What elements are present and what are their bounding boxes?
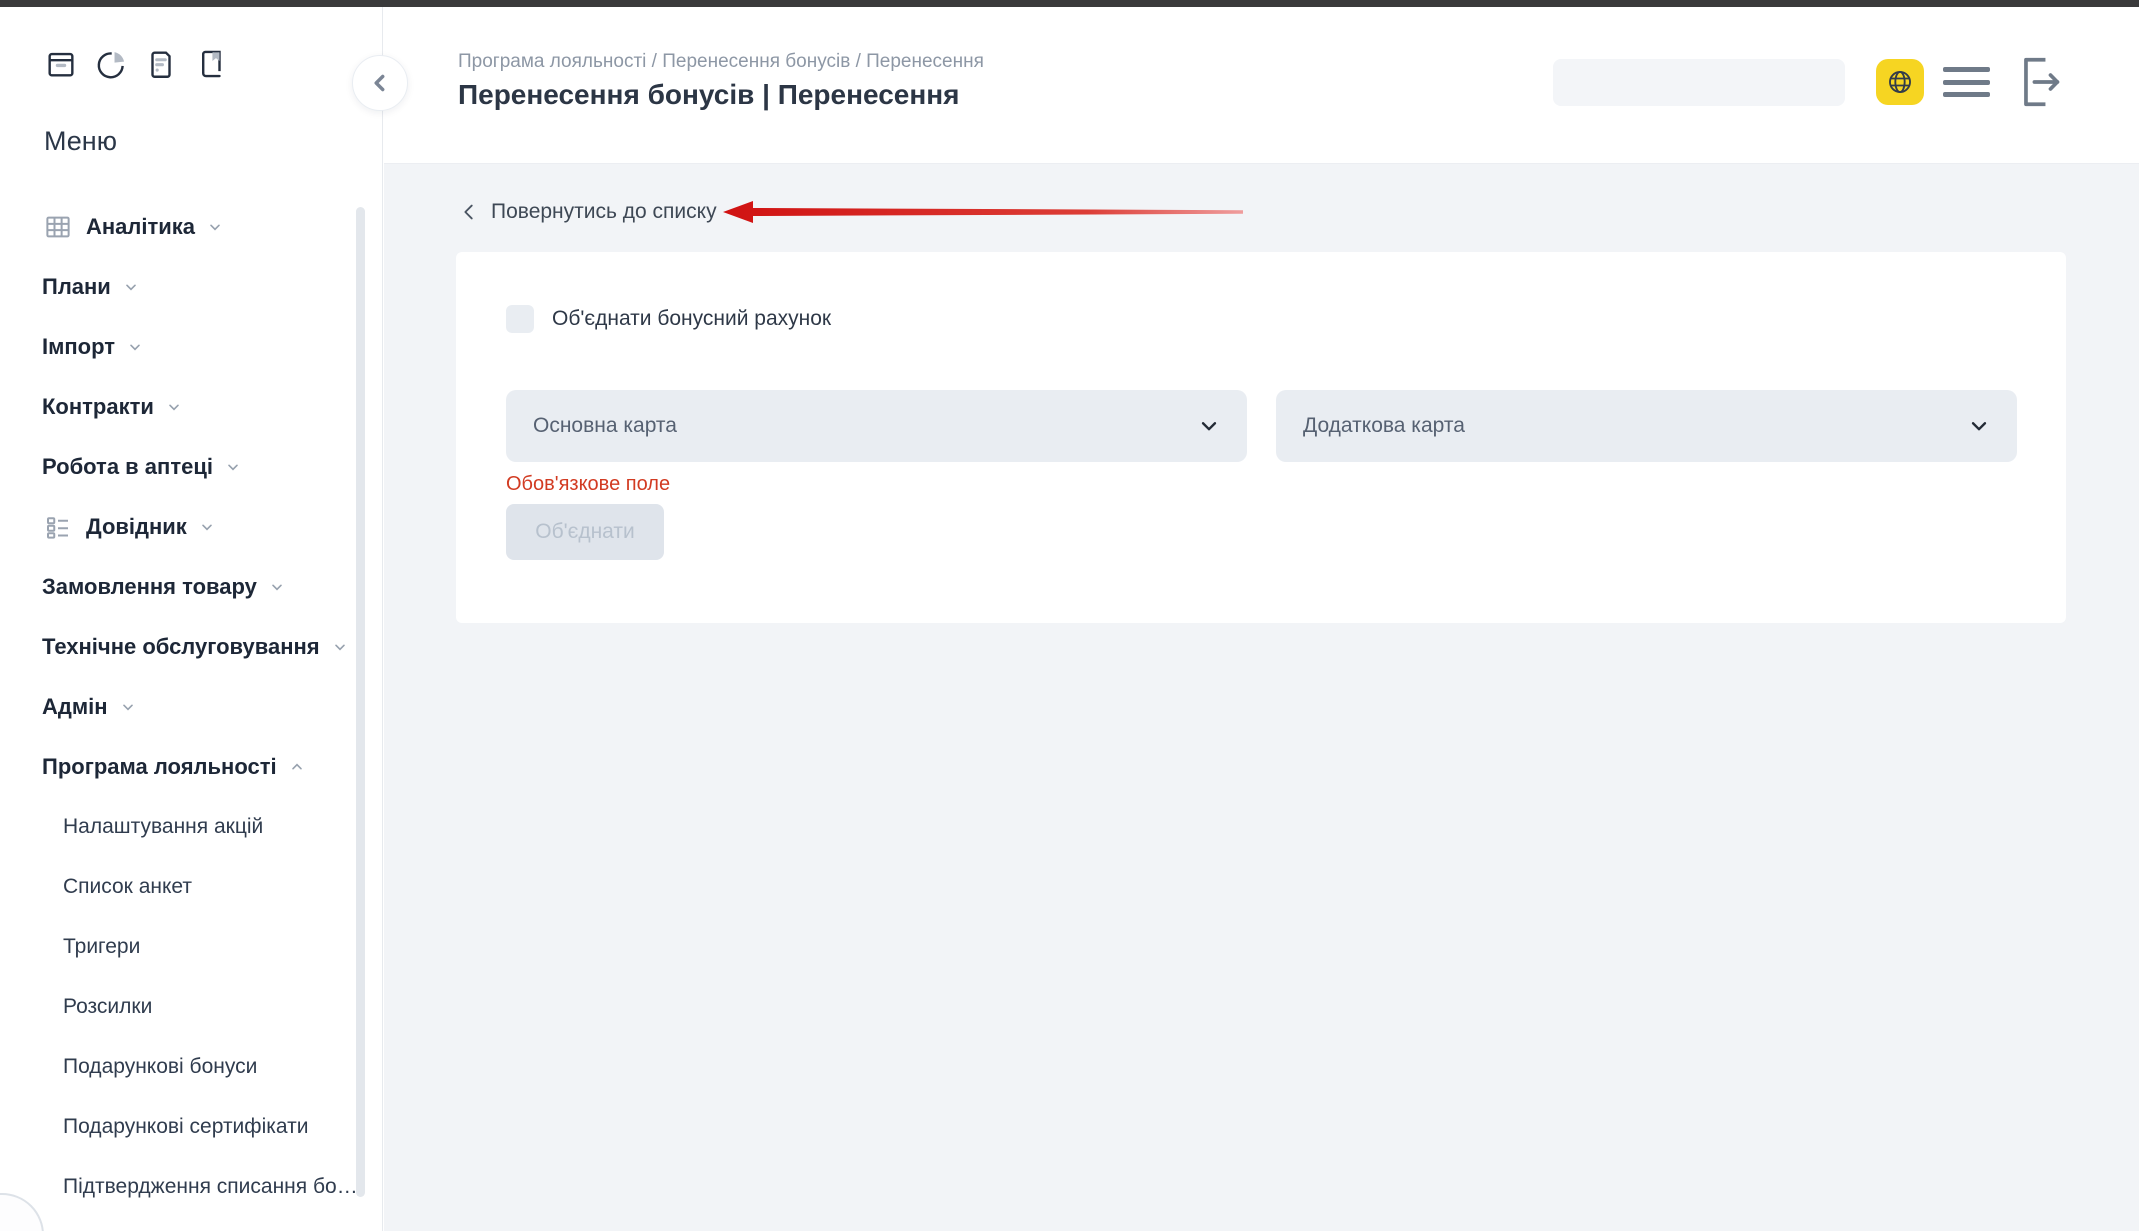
- merge-account-checkbox-label: Об'єднати бонусний рахунок: [552, 307, 831, 331]
- chevron-down-icon: [225, 459, 241, 475]
- sidebar-item-label: Плани: [42, 274, 111, 300]
- sidebar-subitem-label: Налаштування акцій: [63, 815, 263, 839]
- annotation-arrow: [723, 199, 1243, 225]
- sidebar-item-label: Програма лояльності: [42, 754, 277, 780]
- sidebar-subitem-label: Список анкет: [63, 875, 192, 899]
- burger-line: [1943, 92, 1990, 97]
- page-header: Програма лояльності / Перенесення бонусі…: [384, 7, 2139, 164]
- sidebar-item-import[interactable]: Імпорт: [0, 317, 382, 377]
- sidebar-item-label: Робота в аптеці: [42, 454, 213, 480]
- chevron-down-icon: [120, 699, 136, 715]
- sidebar-item-maintenance[interactable]: Технічне обслуговування: [0, 617, 382, 677]
- top-strip: [0, 0, 2139, 7]
- burger-line: [1943, 67, 1990, 72]
- merge-account-checkbox[interactable]: [506, 305, 534, 333]
- menu-heading: Меню: [44, 126, 117, 157]
- chevron-down-icon: [166, 399, 182, 415]
- primary-card-select[interactable]: Основна карта: [506, 390, 1247, 462]
- sidebar-item-admin[interactable]: Адмін: [0, 677, 382, 737]
- grid-icon: [42, 211, 74, 243]
- menu-button[interactable]: [1943, 67, 1990, 97]
- sidebar-item-analytics[interactable]: Аналітика: [0, 197, 382, 257]
- sidebar-subitem-gift-bonuses[interactable]: Подарункові бонуси: [0, 1037, 382, 1097]
- merge-button[interactable]: Об'єднати: [506, 504, 664, 560]
- sidebar-item-loyalty-program[interactable]: Програма лояльності: [0, 737, 382, 797]
- sidebar-item-contracts[interactable]: Контракти: [0, 377, 382, 437]
- sidebar-collapse-button[interactable]: [352, 55, 408, 111]
- burger-line: [1943, 80, 1990, 85]
- chevron-down-icon: [199, 519, 215, 535]
- sidebar-subitem-promo-settings[interactable]: Налаштування акцій: [0, 797, 382, 857]
- header-controls: [1553, 58, 2062, 106]
- sidebar-subitem-label: Розсилки: [63, 995, 152, 1019]
- user-info-placeholder: [1553, 59, 1845, 106]
- sidebar-item-label: Контракти: [42, 394, 154, 420]
- sidebar-item-pharmacy-work[interactable]: Робота в аптеці: [0, 437, 382, 497]
- list-icon: [42, 511, 74, 543]
- chevron-down-icon: [1198, 415, 1220, 437]
- chevron-left-icon: [367, 70, 393, 96]
- sidebar-item-label: Аналітика: [86, 214, 195, 240]
- sidebar: Меню Аналітика Плани Імпорт: [0, 7, 383, 1231]
- card-selects-row: Основна карта Додаткова карта: [506, 390, 2017, 462]
- globe-icon: [1886, 68, 1914, 96]
- merge-bonus-card: Об'єднати бонусний рахунок Основна карта…: [456, 252, 2066, 623]
- sidebar-subitem-gift-certificates[interactable]: Подарункові сертифікати: [0, 1097, 382, 1157]
- sidebar-item-goods-order[interactable]: Замовлення товару: [0, 557, 382, 617]
- sidebar-item-label: Імпорт: [42, 334, 115, 360]
- logout-button[interactable]: [2016, 55, 2062, 109]
- sidebar-subitem-label: Подарункові бонуси: [63, 1055, 257, 1079]
- sidebar-subitem-triggers[interactable]: Тригери: [0, 917, 382, 977]
- chevron-up-icon: [289, 759, 305, 775]
- chevron-down-icon: [269, 579, 285, 595]
- chevron-down-icon: [127, 339, 143, 355]
- book-icon[interactable]: [194, 47, 228, 81]
- chevron-down-icon: [123, 279, 139, 295]
- breadcrumb: Програма лояльності / Перенесення бонусі…: [458, 51, 984, 73]
- chevron-left-icon: [458, 201, 480, 223]
- archive-box-icon[interactable]: [44, 47, 78, 81]
- chevron-down-icon: [332, 639, 348, 655]
- sidebar-subitem-questionnaires[interactable]: Список анкет: [0, 857, 382, 917]
- sidebar-subitem-mailings[interactable]: Розсилки: [0, 977, 382, 1037]
- required-field-error: Обов'язкове поле: [506, 473, 670, 496]
- logout-icon: [2016, 55, 2062, 109]
- sidebar-subitem-label: Подарункові сертифікати: [63, 1115, 308, 1139]
- sidebar-item-label: Довідник: [86, 514, 187, 540]
- sidebar-subitem-label: Підтвердження списання бону…: [63, 1175, 363, 1199]
- sidebar-item-plans[interactable]: Плани: [0, 257, 382, 317]
- page-title: Перенесення бонусів | Перенесення: [458, 79, 960, 111]
- sidebar-item-label: Технічне обслуговування: [42, 634, 320, 660]
- main-content: Повернутись до списку Об'єднати бонусний…: [384, 164, 2139, 1231]
- back-to-list-link[interactable]: Повернутись до списку: [458, 192, 717, 232]
- merge-account-checkbox-row: Об'єднати бонусний рахунок: [506, 305, 831, 333]
- language-globe-button[interactable]: [1876, 59, 1924, 105]
- chevron-down-icon: [1968, 415, 1990, 437]
- sidebar-item-label: Замовлення товару: [42, 574, 257, 600]
- chevron-down-icon: [207, 219, 223, 235]
- secondary-card-select-value: Додаткова карта: [1303, 414, 1465, 438]
- sidebar-subitem-bonus-writeoff-confirm[interactable]: Підтвердження списання бону…: [0, 1157, 382, 1217]
- secondary-card-select[interactable]: Додаткова карта: [1276, 390, 2017, 462]
- sidebar-scrollbar[interactable]: [356, 207, 365, 1197]
- sidebar-item-label: Адмін: [42, 694, 108, 720]
- sidebar-menu: Аналітика Плани Імпорт Контракти Робота: [0, 197, 382, 1217]
- primary-card-select-value: Основна карта: [533, 414, 677, 438]
- pie-chart-icon[interactable]: [94, 47, 128, 81]
- document-icon[interactable]: [144, 47, 178, 81]
- back-link-label: Повернутись до списку: [491, 200, 717, 224]
- sidebar-subitem-label: Тригери: [63, 935, 140, 959]
- sidebar-top-icons: [44, 47, 228, 81]
- sidebar-item-directory[interactable]: Довідник: [0, 497, 382, 557]
